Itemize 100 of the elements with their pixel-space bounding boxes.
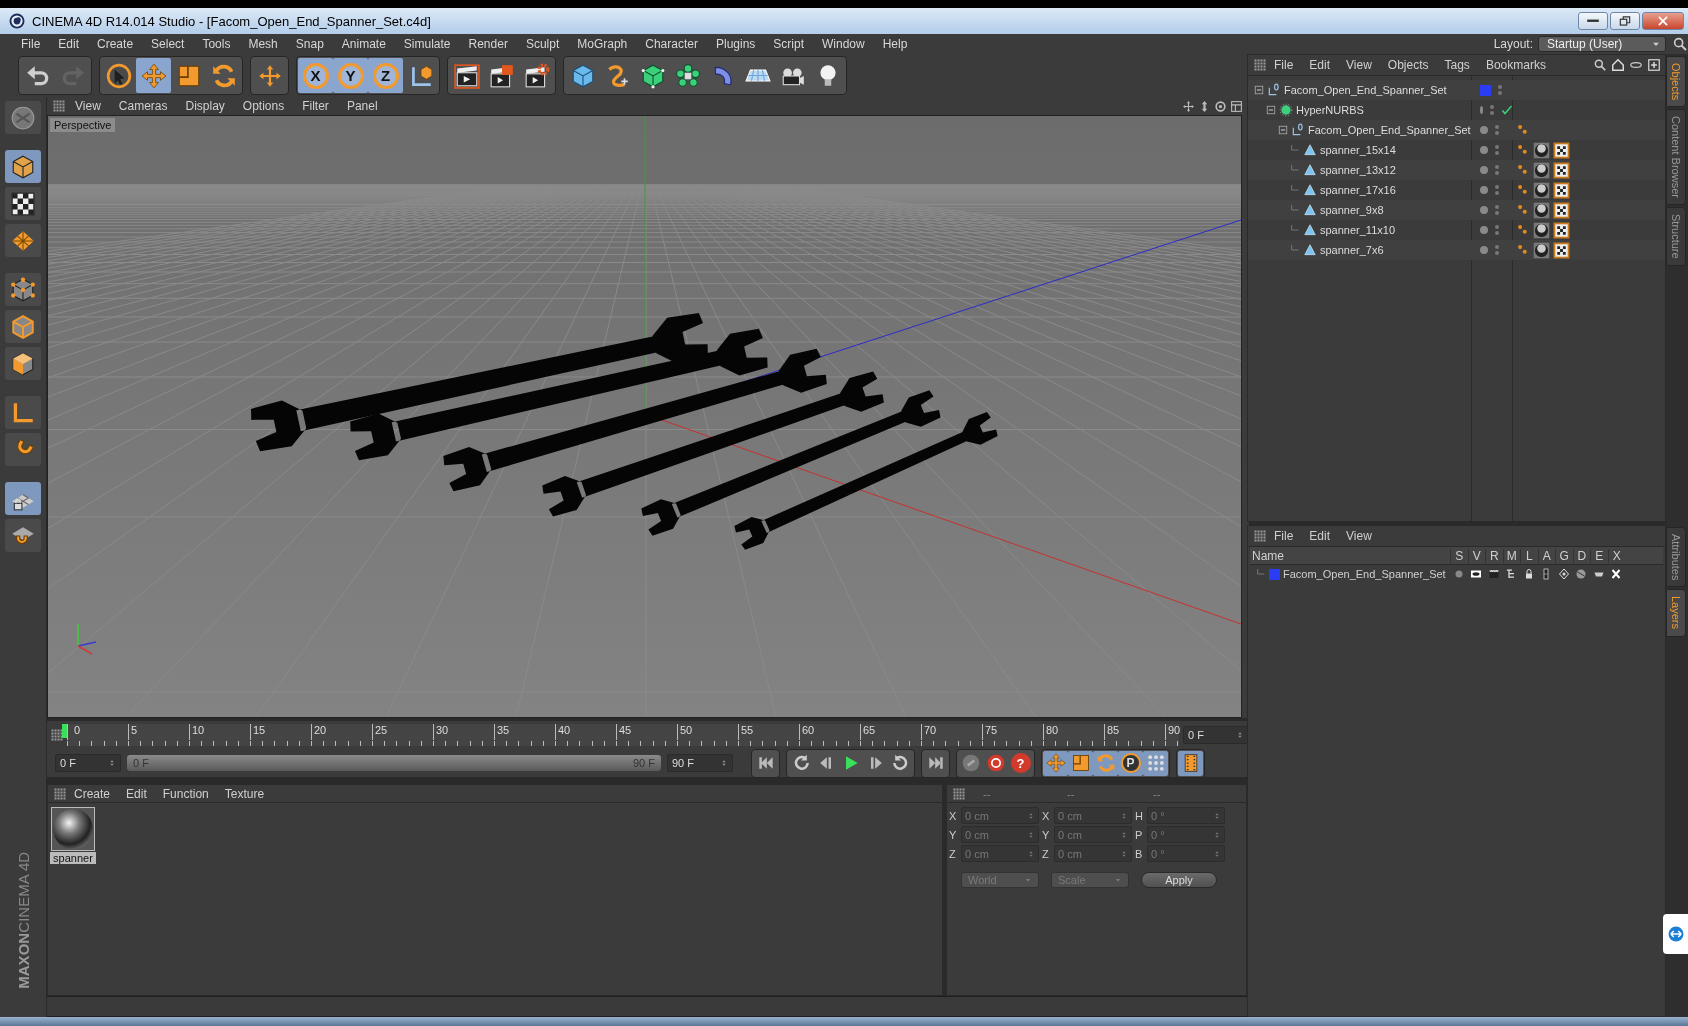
menu-item[interactable]: Window — [813, 37, 874, 51]
side-tab[interactable]: Content Browser — [1666, 109, 1686, 206]
spinner-icon — [1213, 849, 1221, 858]
product-name: CINEMA 4D — [15, 852, 31, 934]
visibility-dot[interactable] — [1480, 126, 1488, 134]
visibility-dot[interactable] — [1480, 246, 1488, 254]
polygon-object-icon — [1303, 183, 1317, 197]
visibility-dot[interactable] — [1480, 146, 1488, 154]
menu-item[interactable]: Sculpt — [516, 37, 569, 51]
menu-item[interactable]: Tools — [193, 37, 240, 51]
menu-item[interactable]: Edit — [49, 37, 89, 51]
column-header: A — [1537, 548, 1555, 563]
object-name[interactable]: spanner_7x6 — [1320, 244, 1384, 256]
menu-item[interactable]: Create — [88, 37, 143, 51]
object-mode-button[interactable] — [5, 150, 41, 183]
menu-item[interactable]: Options — [234, 99, 293, 113]
menu-item[interactable]: Function — [154, 786, 217, 801]
menu-item[interactable]: Script — [764, 37, 813, 51]
menu-item[interactable]: Bookmarks — [1477, 58, 1554, 72]
material-swatch[interactable] — [51, 807, 95, 851]
polygon-object-icon — [1303, 143, 1317, 157]
visibility-dot[interactable] — [1480, 166, 1488, 174]
menu-item[interactable]: Create — [66, 786, 119, 801]
menu-item[interactable]: File — [1266, 529, 1302, 543]
end-frame-field[interactable]: 90 F — [667, 754, 733, 772]
menu-item[interactable]: Help — [873, 37, 917, 51]
snap-settings-mode-button[interactable] — [5, 519, 41, 552]
polygons-mode-button[interactable] — [5, 347, 41, 380]
key-rotate-button[interactable] — [1093, 750, 1118, 776]
menu-item[interactable]: View — [1338, 529, 1380, 543]
menu-item[interactable]: Panel — [338, 99, 386, 113]
menu-item[interactable]: Animate — [332, 37, 395, 51]
collapse-toggle[interactable] — [1266, 105, 1276, 115]
points-mode-button[interactable] — [5, 273, 41, 306]
menu-item[interactable]: Edit — [1301, 529, 1339, 543]
menu-item[interactable]: Tags — [1436, 58, 1478, 72]
menu-item[interactable]: Select — [142, 37, 194, 51]
layout-dropdown[interactable]: Startup (User) — [1538, 36, 1666, 52]
menu-item[interactable]: Snap — [286, 37, 333, 51]
material-tag-icon — [1533, 241, 1550, 259]
edges-mode-button[interactable] — [5, 310, 41, 343]
menu-item[interactable]: File — [1266, 58, 1302, 72]
visibility-dot[interactable] — [1480, 186, 1488, 194]
workplane-mode-button[interactable] — [5, 224, 41, 257]
key-points-button[interactable] — [1143, 750, 1168, 776]
menu-item[interactable]: Filter — [294, 99, 337, 113]
menu-item[interactable]: Mesh — [239, 37, 287, 51]
menu-item[interactable]: Texture — [216, 786, 273, 801]
visibility-dot[interactable] — [1480, 226, 1488, 234]
check-icon — [1501, 104, 1513, 116]
menu-item[interactable]: MoGraph — [568, 37, 637, 51]
menu-item[interactable]: Simulate — [394, 37, 460, 51]
axis-label: B — [1135, 847, 1144, 860]
object-name[interactable]: spanner_13x12 — [1320, 164, 1396, 176]
model-mode-button[interactable] — [5, 101, 41, 134]
side-tab[interactable]: Layers — [1666, 589, 1686, 637]
object-name[interactable]: spanner_11x10 — [1320, 224, 1396, 236]
axis-mode-button[interactable] — [5, 396, 41, 429]
magnet-mode-button[interactable] — [5, 433, 41, 466]
layer-row[interactable]: Facom_Open_End_Spanner_Set — [1250, 565, 1663, 583]
side-tab[interactable]: Attributes — [1666, 527, 1686, 588]
start-frame-field[interactable]: 0 F — [55, 754, 121, 772]
menu-item[interactable]: Render — [459, 37, 517, 51]
object-name[interactable]: spanner_9x8 — [1320, 204, 1384, 216]
menu-item[interactable]: Display — [177, 99, 233, 113]
axis-lock-button[interactable]: Y — [333, 58, 368, 93]
axis-gizmo-icon — [77, 623, 97, 655]
axis-lock-button[interactable]: Z — [368, 58, 403, 93]
key-param-button[interactable]: P — [1118, 750, 1143, 776]
visibility-dot[interactable] — [1480, 106, 1483, 114]
key-move-button[interactable] — [1043, 750, 1068, 776]
apply-button[interactable]: Apply — [1141, 872, 1217, 888]
menu-item[interactable]: Plugins — [706, 37, 765, 51]
menu-item[interactable]: Edit — [118, 786, 155, 801]
side-tab[interactable]: Structure — [1666, 207, 1686, 266]
menu-item[interactable]: View — [67, 99, 109, 113]
current-frame-field[interactable]: 0 F — [1183, 726, 1249, 744]
texture-mode-button[interactable] — [5, 187, 41, 220]
close-button[interactable] — [1642, 12, 1684, 30]
collapse-toggle[interactable] — [1278, 125, 1288, 135]
menu-item[interactable]: View — [1338, 58, 1380, 72]
axis-lock-button[interactable]: X — [298, 58, 333, 93]
menu-item[interactable]: Objects — [1379, 58, 1437, 72]
snap-grid-mode-button[interactable] — [5, 482, 41, 515]
object-name[interactable]: HyperNURBS — [1296, 104, 1364, 116]
object-name[interactable]: spanner_17x16 — [1320, 184, 1396, 196]
visibility-dot[interactable] — [1480, 206, 1488, 214]
side-tab[interactable]: Objects — [1666, 56, 1686, 108]
minimize-icon — [1586, 19, 1600, 23]
collapse-toggle[interactable] — [1254, 85, 1264, 95]
menu-item[interactable]: File — [12, 37, 50, 51]
menu-item[interactable]: Edit — [1301, 58, 1339, 72]
object-name[interactable]: spanner_15x14 — [1320, 144, 1396, 156]
restore-button[interactable] — [1610, 12, 1640, 30]
phong-tag-icon — [1516, 203, 1530, 217]
enabled-check[interactable] — [1501, 104, 1513, 116]
menu-item[interactable]: Character — [636, 37, 707, 51]
column-header: S — [1450, 548, 1468, 563]
minimize-button[interactable] — [1578, 12, 1608, 30]
menu-item[interactable]: Cameras — [110, 99, 176, 113]
